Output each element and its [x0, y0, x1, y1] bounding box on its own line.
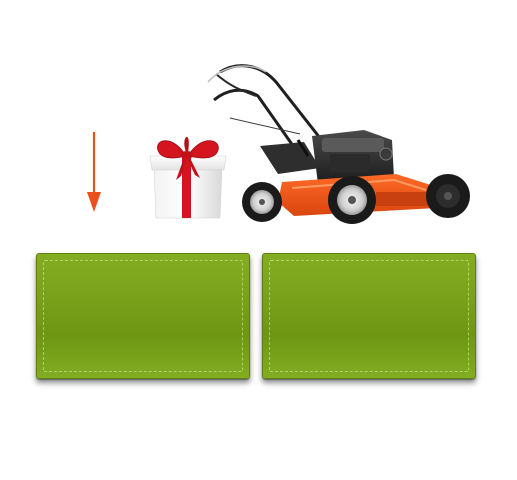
green-card-right[interactable]	[262, 253, 476, 379]
down-arrow-icon	[87, 132, 101, 212]
illustration-row	[0, 0, 517, 240]
green-card-left[interactable]	[36, 253, 250, 379]
lawn-mower-image	[207, 64, 470, 224]
